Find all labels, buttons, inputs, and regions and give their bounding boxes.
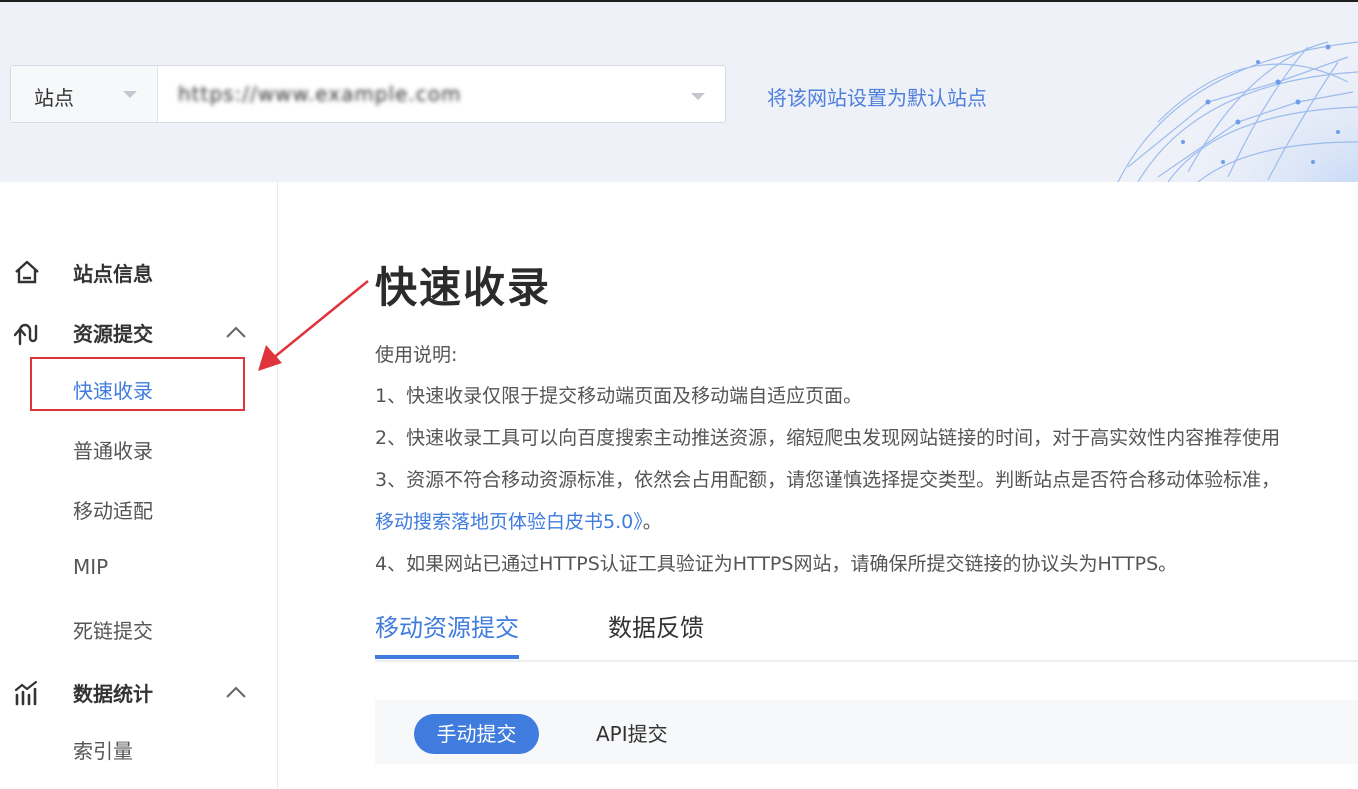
site-type-dropdown[interactable]: 站点 (11, 66, 158, 122)
whitepaper-link[interactable]: 移动搜索落地页体验白皮书5.0》 (375, 511, 643, 533)
globe-network-illustration (1117, 32, 1358, 182)
instruction-punctuation: 。 (642, 511, 662, 533)
instruction-line-3-cont: 移动搜索落地页体验白皮书5.0》。 (375, 507, 662, 534)
site-url-value[interactable]: https://www.example.com (178, 82, 461, 106)
sidebar-item-site-info[interactable]: 站点信息 (0, 252, 277, 292)
submit-mode-bar: 手动提交 API提交 (375, 700, 1358, 764)
set-default-site-link[interactable]: 将该网站设置为默认站点 (767, 82, 987, 111)
instruction-line-1: 1、快速收录仅限于提交移动端页面及移动端自适应页面。 (375, 385, 863, 407)
sidebar-group-label: 数据统计 (73, 682, 153, 706)
chevron-up-icon[interactable] (224, 322, 248, 342)
stats-chart-icon (14, 680, 38, 706)
sidebar-item-index-volume[interactable]: 索引量 (73, 735, 133, 764)
site-type-label: 站点 (34, 86, 74, 110)
annotation-arrow (258, 280, 369, 371)
instruction-line-2: 2、快速收录工具可以向百度搜索主动推送资源，缩短爬虫发现网站链接的时间，对于高实… (375, 427, 1281, 449)
api-submit-button[interactable]: API提交 (596, 714, 668, 754)
home-icon (15, 260, 39, 284)
upload-link-icon (13, 323, 38, 346)
tab-bar: 移动资源提交 数据反馈 (375, 600, 1358, 662)
active-tab-indicator (375, 655, 519, 659)
chevron-down-icon (123, 91, 137, 98)
site-header: 站点 https://www.example.com 将该网站设置为默认站点 (0, 2, 1358, 182)
sidebar-group-label: 资源提交 (73, 322, 153, 346)
instruction-line-3: 3、资源不符合移动资源标准，依然会占用配额，请您谨慎选择提交类型。判断站点是否符… (375, 469, 1281, 491)
sidebar-item-mobile-adapt[interactable]: 移动适配 (73, 495, 153, 524)
site-selector: 站点 https://www.example.com (10, 65, 726, 123)
sidebar-item-label: 站点信息 (73, 262, 153, 286)
sidebar-group-data-stats[interactable]: 数据统计 (0, 672, 277, 712)
sidebar-item-mip[interactable]: MIP (73, 555, 108, 579)
page-title: 快速收录 (375, 263, 552, 312)
sidebar-group-resource-submit[interactable]: 资源提交 (0, 312, 277, 352)
instruction-line-4: 4、如果网站已通过HTTPS认证工具验证为HTTPS网站，请确保所提交链接的协议… (375, 553, 1178, 575)
tab-data-feedback[interactable]: 数据反馈 (608, 608, 704, 643)
sidebar: 站点信息 资源提交 快速收录 普通收录 移动适配 MIP 死链提交 数据统计 索… (0, 182, 278, 789)
main-content: 快速收录 使用说明: 1、快速收录仅限于提交移动端页面及移动端自适应页面。 2、… (375, 182, 1358, 789)
sidebar-item-normal-index[interactable]: 普通收录 (73, 435, 153, 464)
tab-mobile-resource-submit[interactable]: 移动资源提交 (375, 608, 519, 643)
chevron-down-icon[interactable] (691, 93, 705, 100)
annotation-highlight-box (30, 357, 245, 411)
manual-submit-button[interactable]: 手动提交 (414, 714, 539, 754)
chevron-up-icon[interactable] (224, 682, 248, 702)
sidebar-item-dead-link[interactable]: 死链提交 (73, 615, 153, 644)
instructions-heading: 使用说明: (375, 344, 458, 366)
